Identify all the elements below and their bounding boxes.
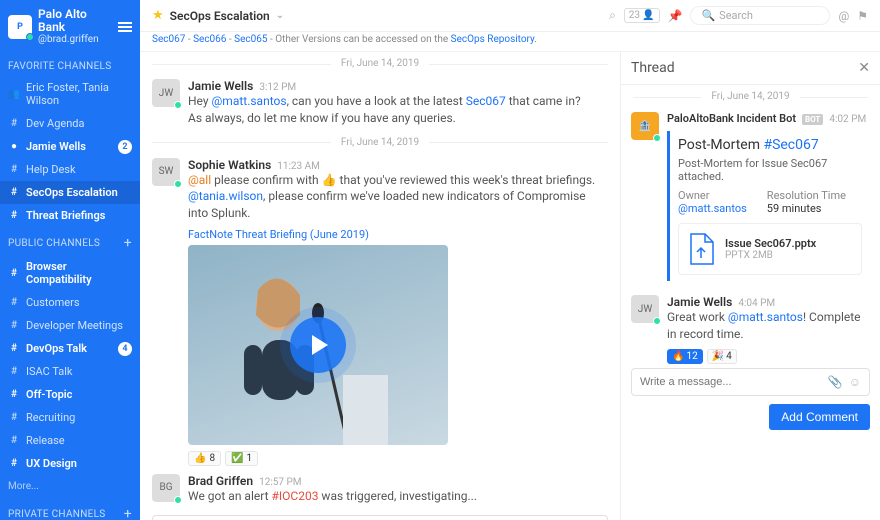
avatar[interactable]: JW [152,79,180,107]
add-comment-button[interactable]: Add Comment [769,404,870,430]
timestamp: 11:23 AM [277,161,320,172]
reaction[interactable]: ✅1 [225,451,258,466]
thread-header: Thread ✕ [621,52,880,85]
badge: 4 [118,342,132,356]
sidebar-item-isac[interactable]: #ISAC Talk [0,360,140,383]
timestamp: 4:04 PM [738,298,775,309]
reaction[interactable]: 👍8 [188,451,221,466]
thread-icon[interactable]: ⌕ [609,8,616,23]
message-input[interactable]: 📎 ☺ [152,515,608,520]
message-text: Great work @matt.santos! Complete in rec… [667,309,870,343]
file-meta: PPTX 2MB [725,250,816,261]
date-divider: Fri, June 14, 2019 [621,85,880,108]
close-icon[interactable]: ✕ [858,60,870,76]
timestamp: 12:57 PM [259,477,301,488]
play-icon[interactable] [290,317,346,373]
section-public: PUBLIC CHANNELS+ [0,227,140,255]
reaction[interactable]: 🎉4 [707,349,737,364]
message-text: Hey @matt.santos, can you have a look at… [188,93,608,110]
section-favorite: FAVORITE CHANNELS [0,53,140,76]
message-text: @tania.wilson, please confirm we've load… [188,188,608,222]
sidebar-item-jamie-wells[interactable]: ●Jamie Wells2 [0,135,140,158]
sidebar-item-offtopic[interactable]: #Off-Topic [0,383,140,406]
pin-icon[interactable]: 📌 [668,9,683,23]
sidebar-item-release[interactable]: #Release [0,429,140,452]
thread-input[interactable]: 📎 ☺ [631,368,870,396]
sidebar-item-devops[interactable]: #DevOps Talk4 [0,337,140,360]
thread-panel: Thread ✕ Fri, June 14, 2019 🏦 PaloAltoBa… [620,52,880,520]
more-link[interactable]: More... [0,475,140,498]
date-divider: Fri, June 14, 2019 [140,131,620,154]
message-text: As always, do let me know if you have an… [188,110,608,127]
add-public-icon[interactable]: + [124,235,132,251]
channel-title: SecOps Escalation [170,9,270,23]
sidebar-item-eric-tania[interactable]: 👥Eric Foster, Tania Wilson [0,76,140,112]
card-title: Post-Mortem #Sec067 [678,137,862,153]
message-feed[interactable]: Fri, June 14, 2019 JW Jamie Wells 3:12 PM… [140,52,620,520]
thread-title: Thread [631,60,675,76]
section-private: PRIVATE CHANNELS+ [0,498,140,520]
avatar[interactable]: JW [631,295,659,323]
sidebar-item-ux[interactable]: #UX Design [0,452,140,475]
bot-avatar[interactable]: 🏦 [631,112,659,140]
sidebar-item-customers[interactable]: #Customers [0,291,140,314]
attachment-title[interactable]: FactNote Threat Briefing (June 2019) [188,228,608,241]
badge: 2 [118,140,132,154]
sidebar-item-help-desk[interactable]: #Help Desk [0,158,140,181]
menu-icon[interactable] [118,20,132,34]
sidebar-item-browser[interactable]: #Browser Compatibility [0,255,140,291]
video-thumbnail[interactable] [188,245,448,445]
sidebar: P Palo Alto Bank @brad.griffen FAVORITE … [0,0,140,520]
timestamp: 3:12 PM [259,82,296,93]
channel-header: ★ SecOps Escalation ⌄ ⌕ 23 👤 📌 🔍 Search … [140,0,880,32]
sidebar-item-recruiting[interactable]: #Recruiting [0,406,140,429]
sidebar-item-secops[interactable]: #SecOps Escalation [0,181,140,204]
org-header: P Palo Alto Bank @brad.griffen [0,0,140,53]
message-text: @all please confirm with 👍 that you've r… [188,172,608,189]
sidebar-item-dev-agenda[interactable]: #Dev Agenda [0,112,140,135]
star-icon[interactable]: ★ [152,8,164,23]
emoji-icon[interactable]: ☺ [849,375,861,389]
org-handle: @brad.griffen [38,34,112,45]
mention-icon[interactable]: @ [838,9,849,23]
file-name: Issue Sec067.pptx [725,237,816,250]
author: Brad Griffen [188,474,253,488]
bot-tag: BOT [802,114,823,125]
sidebar-item-devmeet[interactable]: #Developer Meetings [0,314,140,337]
thread-input-field[interactable] [640,376,828,388]
avatar[interactable]: SW [152,158,180,186]
member-count[interactable]: 23 👤 [624,8,660,23]
add-private-icon[interactable]: + [124,506,132,520]
search-input[interactable]: 🔍 Search [690,6,830,25]
owner-link[interactable]: @matt.santos [678,202,747,215]
main-area: ★ SecOps Escalation ⌄ ⌕ 23 👤 📌 🔍 Search … [140,0,880,520]
message: SW Sophie Watkins 11:23 AM @all please co… [140,154,620,470]
flag-icon[interactable]: ⚑ [857,9,868,23]
message-text: We got an alert #IOC203 was triggered, i… [188,488,608,505]
message: BG Brad Griffen 12:57 PM We got an alert … [140,470,620,509]
resolution-time: 59 minutes [767,202,846,215]
card-subtitle: Post-Mortem for Issue Sec067 attached. [678,157,862,183]
sidebar-item-threat[interactable]: #Threat Briefings [0,204,140,227]
author: Sophie Watkins [188,158,271,172]
message: JW Jamie Wells 3:12 PM Hey @matt.santos, … [140,75,620,131]
file-attachment[interactable]: Issue Sec067.pptxPPTX 2MB [678,223,862,275]
author: Jamie Wells [188,79,253,93]
reaction[interactable]: 🔥12 [667,349,703,364]
bot-name: PaloAltoBank Incident Bot [667,112,796,125]
channel-subheader: Sec067 - Sec066 - Sec065 - Other Version… [140,32,880,52]
date-divider: Fri, June 14, 2019 [140,52,620,75]
timestamp: 4:02 PM [829,114,866,125]
incident-card: Post-Mortem #Sec067 Post-Mortem for Issu… [667,131,870,281]
chevron-down-icon[interactable]: ⌄ [276,10,284,21]
avatar[interactable]: BG [152,474,180,502]
org-name: Palo Alto Bank [38,8,112,34]
attach-icon[interactable]: 📎 [828,375,843,389]
author: Jamie Wells [667,295,732,309]
org-avatar[interactable]: P [8,15,32,39]
